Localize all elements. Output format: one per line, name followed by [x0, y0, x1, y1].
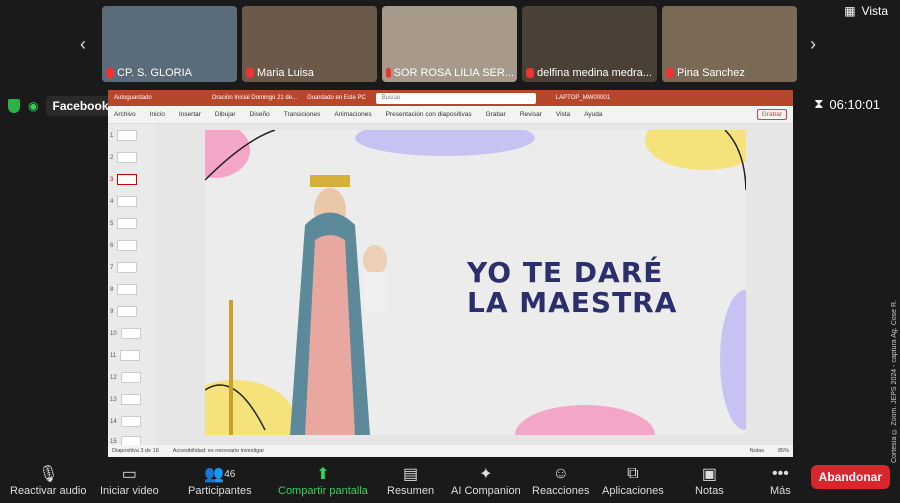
next-page-icon[interactable]: ›	[810, 34, 816, 55]
document-title: Oración Inicial Domingo 21 de...	[211, 95, 298, 101]
participant-name: Maria Luisa	[257, 67, 314, 79]
timer-value: 06:10:01	[829, 96, 880, 112]
apps-button[interactable]: ⧉ Aplicaciones	[602, 463, 664, 497]
document-icon: ▤	[402, 466, 419, 483]
menu-dibujar[interactable]: Dibujar	[215, 111, 236, 118]
slide-thumb[interactable]: 4	[110, 196, 138, 207]
mic-off-icon	[246, 68, 254, 78]
grid-icon: ▦	[844, 4, 856, 18]
mic-off-icon	[106, 68, 114, 78]
autosave-label: Autoguardado	[114, 95, 152, 101]
video-off-icon: ▭	[121, 466, 137, 483]
credit-text: Cortesía © Zoom. JEPS 2024 - captura Ag.…	[891, 300, 898, 464]
current-slide[interactable]: YO TE DARÉ LA MAESTRA	[205, 130, 746, 435]
notes-icon: ▣	[701, 466, 717, 483]
view-label: Vista	[861, 4, 888, 18]
mic-off-icon: 🎙	[38, 466, 59, 483]
slide-thumb[interactable]: 14	[110, 416, 141, 427]
start-video-button[interactable]: ▭ Iniciar video	[100, 463, 159, 497]
shared-powerpoint-window: Autoguardado Oración Inicial Domingo 21 …	[108, 90, 793, 457]
leave-button[interactable]: Abandonar	[810, 465, 890, 489]
menu-insertar[interactable]: Insertar	[179, 111, 201, 118]
notes-button[interactable]: ▣ Notas	[695, 463, 724, 497]
ppt-workspace: 1 2 3 4 5 6 7 8 9 10 11 12 13 14 15 YO T…	[108, 124, 793, 447]
menu-transiciones[interactable]: Transiciones	[284, 111, 321, 118]
mic-off-icon	[526, 68, 534, 78]
slide-thumb-active[interactable]: 3	[110, 174, 138, 185]
ellipsis-icon: •••	[771, 465, 789, 482]
signal-icon: ◉	[28, 99, 39, 113]
slide-counter: Diapositiva 3 de 18	[112, 448, 159, 454]
ppt-user: LAPTOP_MW00001	[555, 95, 611, 101]
participant-tile[interactable]: SOR ROSA LILIA SER...	[382, 6, 517, 82]
participant-name: Pina Sanchez	[677, 67, 745, 79]
slide-thumb[interactable]: 7	[110, 262, 138, 273]
prev-page-icon[interactable]: ‹	[80, 34, 86, 55]
ppt-statusbar: Diapositiva 3 de 18 Accesibilidad: es ne…	[108, 445, 793, 457]
participant-thumbnails: CP. S. GLORIA Maria Luisa SOR ROSA LILIA…	[102, 6, 797, 82]
ai-companion-button[interactable]: ✦ AI Companion	[451, 463, 521, 497]
saved-status: Guardado en Este PC	[307, 95, 366, 101]
ppt-search-input[interactable]: Buscar	[375, 92, 536, 104]
share-screen-icon: ⬆	[316, 466, 330, 483]
slide-thumb[interactable]: 11	[110, 350, 141, 361]
share-screen-button[interactable]: ⬆ Compartir pantalla	[278, 463, 368, 497]
menu-diseno[interactable]: Diseño	[250, 111, 270, 118]
menu-animaciones[interactable]: Animaciones	[334, 111, 371, 118]
participant-tile[interactable]: delfina medina medra...	[522, 6, 657, 82]
notes-button[interactable]: Notas	[750, 448, 764, 454]
menu-grabar[interactable]: Grabar	[486, 111, 506, 118]
slide-thumb[interactable]: 5	[110, 218, 138, 229]
menu-ayuda[interactable]: Ayuda	[584, 111, 602, 118]
slide-thumb[interactable]: 8	[110, 284, 138, 295]
slide-thumb[interactable]: 2	[110, 152, 138, 163]
participants-button[interactable]: 👥 46 Participantes	[188, 463, 252, 497]
participant-tile[interactable]: Pina Sanchez	[662, 6, 797, 82]
slide-thumb[interactable]: 1	[110, 130, 138, 141]
people-icon: 👥	[204, 466, 225, 483]
more-button[interactable]: ••• Más	[770, 463, 791, 497]
reactions-button[interactable]: ☺ Reacciones	[532, 463, 589, 497]
slide-title: YO TE DARÉ LA MAESTRA	[467, 256, 678, 319]
sparkle-icon: ✦	[479, 466, 493, 483]
hourglass-icon: ⧗	[814, 96, 824, 111]
meeting-toolbar: 🎙 Reactivar audio ▭ Iniciar video 👥 46 Pa…	[0, 457, 900, 503]
participant-name: CP. S. GLORIA	[117, 67, 192, 79]
emoji-icon: ☺	[552, 465, 569, 482]
participant-name: SOR ROSA LILIA SER...	[393, 67, 514, 79]
mic-off-icon	[386, 68, 391, 78]
unmute-button[interactable]: 🎙 Reactivar audio	[10, 463, 86, 497]
menu-archivo[interactable]: Archivo	[114, 111, 136, 118]
participant-tile[interactable]: Maria Luisa	[242, 6, 377, 82]
meeting-timer: ⧗ 06:10:01	[814, 96, 880, 112]
encryption-shield-icon	[8, 99, 20, 113]
slide-thumb[interactable]: 10	[110, 328, 141, 339]
menu-revisar[interactable]: Revisar	[520, 111, 542, 118]
slide-thumb[interactable]: 13	[110, 394, 141, 405]
apps-icon: ⧉	[627, 465, 639, 482]
participants-count: 46	[224, 468, 236, 480]
ppt-menu: Archivo Inicio Insertar Dibujar Diseño T…	[108, 106, 793, 124]
menu-vista[interactable]: Vista	[556, 111, 570, 118]
record-button[interactable]: Grabar	[756, 109, 787, 120]
slide-thumbnail-list: 1 2 3 4 5 6 7 8 9 10 11 12 13 14 15	[108, 124, 156, 447]
menu-inicio[interactable]: Inicio	[150, 111, 165, 118]
stream-label: Facebook	[52, 99, 109, 113]
mic-off-icon	[666, 68, 674, 78]
summary-button[interactable]: ▤ Resumen	[387, 463, 434, 497]
accessibility-status[interactable]: Accesibilidad: es necesario investigar	[173, 448, 264, 454]
view-button[interactable]: ▦ Vista	[844, 4, 888, 18]
slide-thumb[interactable]: 6	[110, 240, 138, 251]
participant-tile[interactable]: CP. S. GLORIA	[102, 6, 237, 82]
slide-thumb[interactable]: 9	[110, 306, 138, 317]
menu-presentacion[interactable]: Presentación con diapositivas	[386, 111, 472, 118]
slide-thumb[interactable]: 12	[110, 372, 141, 383]
zoom-level[interactable]: 85%	[778, 448, 789, 454]
ppt-titlebar: Autoguardado Oración Inicial Domingo 21 …	[108, 90, 793, 106]
participant-name: delfina medina medra...	[537, 67, 652, 79]
